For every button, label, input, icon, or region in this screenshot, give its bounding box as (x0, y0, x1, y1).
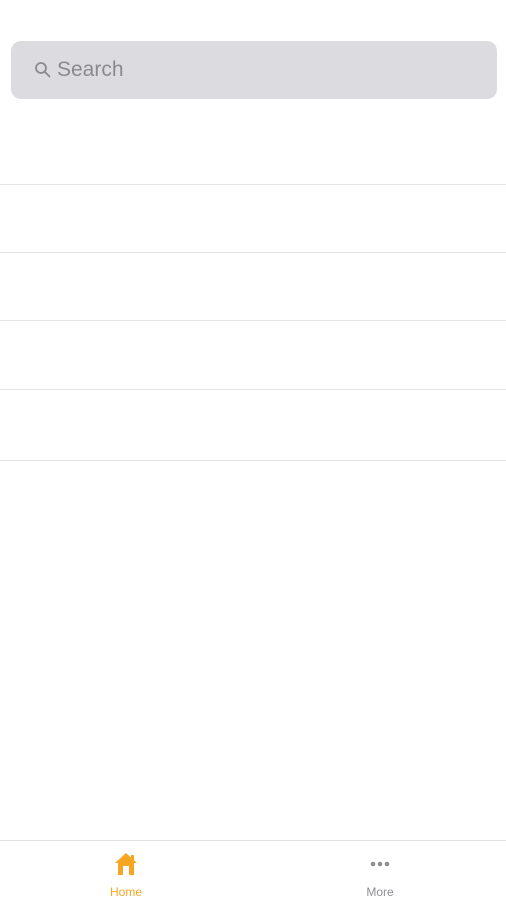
list-item[interactable] (0, 253, 506, 321)
search-input[interactable] (57, 41, 487, 99)
tab-home[interactable]: Home (46, 841, 206, 901)
search-icon (35, 62, 51, 78)
list-item[interactable] (0, 185, 506, 253)
list-item[interactable] (0, 116, 506, 185)
tab-bar: Home More (0, 840, 506, 900)
tab-home-label: Home (109, 885, 142, 899)
ellipsis-icon (370, 861, 390, 867)
search-bar[interactable] (11, 41, 497, 99)
list-item[interactable] (0, 321, 506, 390)
tab-more[interactable]: More (300, 841, 460, 901)
list-item[interactable] (0, 390, 506, 461)
tab-more-label: More (366, 885, 394, 899)
house-icon (115, 853, 137, 875)
